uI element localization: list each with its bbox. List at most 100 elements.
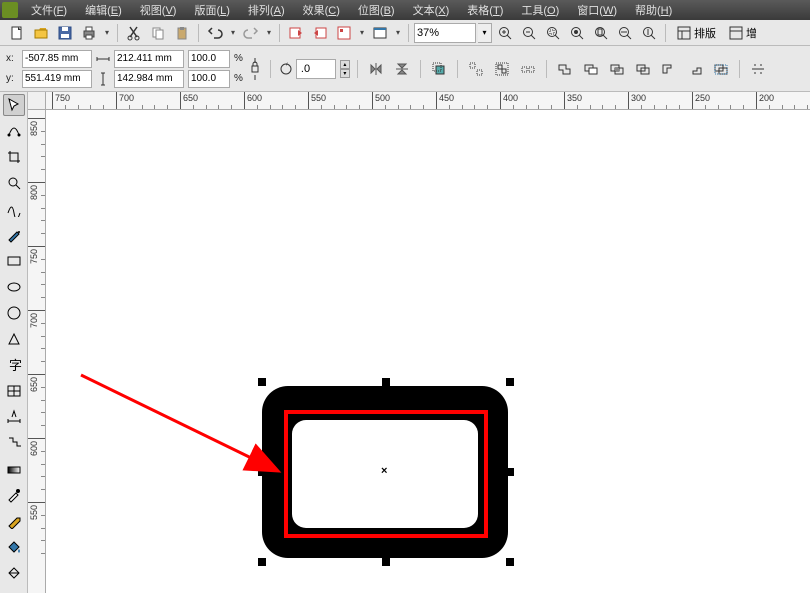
- paste-button[interactable]: [171, 22, 193, 44]
- redo-button[interactable]: [240, 22, 262, 44]
- enhance-docker-button[interactable]: 增: [723, 22, 762, 44]
- width-input[interactable]: [114, 50, 184, 68]
- ruler-vertical[interactable]: 850800750700650600550: [28, 110, 46, 593]
- polygon-tool[interactable]: [3, 302, 25, 324]
- import-button[interactable]: [285, 22, 307, 44]
- pick-tool[interactable]: [3, 94, 25, 116]
- ungroup-button[interactable]: [465, 58, 487, 80]
- shape-tool[interactable]: [3, 120, 25, 142]
- menu-layout[interactable]: 版面(L): [185, 0, 238, 20]
- eyedropper-tool[interactable]: [3, 484, 25, 506]
- ungroup-all-button[interactable]: [517, 58, 539, 80]
- save-button[interactable]: [54, 22, 76, 44]
- layout-docker-button[interactable]: 排版: [671, 22, 721, 44]
- copy-button[interactable]: [147, 22, 169, 44]
- menu-file[interactable]: 文件(F): [22, 0, 76, 20]
- weld-button[interactable]: [554, 58, 576, 80]
- zoom-out-button[interactable]: [518, 22, 540, 44]
- menu-window[interactable]: 窗口(W): [568, 0, 626, 20]
- zoom-in-button[interactable]: [494, 22, 516, 44]
- cut-button[interactable]: [123, 22, 145, 44]
- menu-edit[interactable]: 编辑(E): [76, 0, 131, 20]
- print-dropdown[interactable]: ▾: [102, 28, 112, 37]
- ruler-horizontal[interactable]: 750700650600550500450400350300250200: [46, 92, 810, 110]
- open-button[interactable]: [30, 22, 52, 44]
- menu-table[interactable]: 表格(T): [458, 0, 512, 20]
- trim-button[interactable]: [580, 58, 602, 80]
- undo-dropdown[interactable]: ▾: [228, 28, 238, 37]
- ruler-h-label: 700: [119, 93, 134, 103]
- redo-dropdown[interactable]: ▾: [264, 28, 274, 37]
- zoom-selection-button[interactable]: [542, 22, 564, 44]
- rectangle-tool[interactable]: [3, 250, 25, 272]
- smart-fill-tool[interactable]: [3, 224, 25, 246]
- menu-arrange[interactable]: 排列(A): [239, 0, 294, 20]
- app-launcher-button[interactable]: [369, 22, 391, 44]
- zoom-page-button[interactable]: [590, 22, 612, 44]
- front-minus-back-button[interactable]: [658, 58, 680, 80]
- ruler-h-label: 400: [503, 93, 518, 103]
- freehand-tool[interactable]: [3, 198, 25, 220]
- ruler-h-label: 350: [567, 93, 582, 103]
- simplify-button[interactable]: [632, 58, 654, 80]
- y-position-input[interactable]: [22, 70, 92, 88]
- align-distribute-button[interactable]: [747, 58, 769, 80]
- selection-handle-n[interactable]: [382, 378, 390, 386]
- canvas-area[interactable]: ×: [46, 110, 810, 593]
- text-tool[interactable]: 字: [3, 354, 25, 376]
- selection-handle-nw[interactable]: [258, 378, 266, 386]
- group-button[interactable]: [491, 58, 513, 80]
- back-minus-front-button[interactable]: [684, 58, 706, 80]
- menu-effects[interactable]: 效果(C): [294, 0, 349, 20]
- boundary-button[interactable]: [710, 58, 732, 80]
- to-front-button[interactable]: [428, 58, 450, 80]
- menu-text[interactable]: 文本(X): [404, 0, 459, 20]
- ellipse-tool[interactable]: [3, 276, 25, 298]
- dimension-tool[interactable]: [3, 406, 25, 428]
- selection-handle-sw[interactable]: [258, 558, 266, 566]
- mirror-h-button[interactable]: [365, 58, 387, 80]
- selection-handle-s[interactable]: [382, 558, 390, 566]
- zoom-dropdown[interactable]: ▾: [478, 23, 492, 43]
- publish-dropdown[interactable]: ▾: [357, 28, 367, 37]
- zoom-width-button[interactable]: [614, 22, 636, 44]
- basic-shapes-tool[interactable]: [3, 328, 25, 350]
- new-button[interactable]: [6, 22, 28, 44]
- selection-handle-ne[interactable]: [506, 378, 514, 386]
- rotation-down-button[interactable]: ▾: [340, 69, 350, 78]
- publish-button[interactable]: [333, 22, 355, 44]
- outline-tool[interactable]: [3, 510, 25, 532]
- menu-bitmap[interactable]: 位图(B): [349, 0, 404, 20]
- zoom-tool[interactable]: [3, 172, 25, 194]
- interactive-tool[interactable]: [3, 458, 25, 480]
- rotation-input[interactable]: [296, 59, 336, 79]
- zoom-input[interactable]: [414, 23, 476, 43]
- scale-x-input[interactable]: [188, 50, 230, 68]
- rotation-up-button[interactable]: ▴: [340, 60, 350, 69]
- lock-ratio-button[interactable]: [247, 54, 263, 84]
- menu-help[interactable]: 帮助(H): [626, 0, 681, 20]
- crop-tool[interactable]: [3, 146, 25, 168]
- ruler-corner: [28, 92, 46, 110]
- menu-view[interactable]: 视图(V): [131, 0, 186, 20]
- export-button[interactable]: [309, 22, 331, 44]
- mirror-v-button[interactable]: [391, 58, 413, 80]
- print-button[interactable]: [78, 22, 100, 44]
- table-tool[interactable]: [3, 380, 25, 402]
- height-input[interactable]: [114, 70, 184, 88]
- menu-tools[interactable]: 工具(O): [512, 0, 568, 20]
- inner-rounded-rectangle[interactable]: [292, 420, 478, 528]
- intersect-button[interactable]: [606, 58, 628, 80]
- undo-button[interactable]: [204, 22, 226, 44]
- scale-y-input[interactable]: [188, 70, 230, 88]
- zoom-all-button[interactable]: [566, 22, 588, 44]
- interactive-fill-tool[interactable]: [3, 562, 25, 584]
- fill-tool[interactable]: [3, 536, 25, 558]
- selection-handle-se[interactable]: [506, 558, 514, 566]
- zoom-height-button[interactable]: [638, 22, 660, 44]
- app-launcher-dropdown[interactable]: ▾: [393, 28, 403, 37]
- connector-tool[interactable]: [3, 432, 25, 454]
- ruler-h-label: 600: [247, 93, 262, 103]
- x-position-input[interactable]: [22, 50, 92, 68]
- ruler-h-label: 650: [183, 93, 198, 103]
